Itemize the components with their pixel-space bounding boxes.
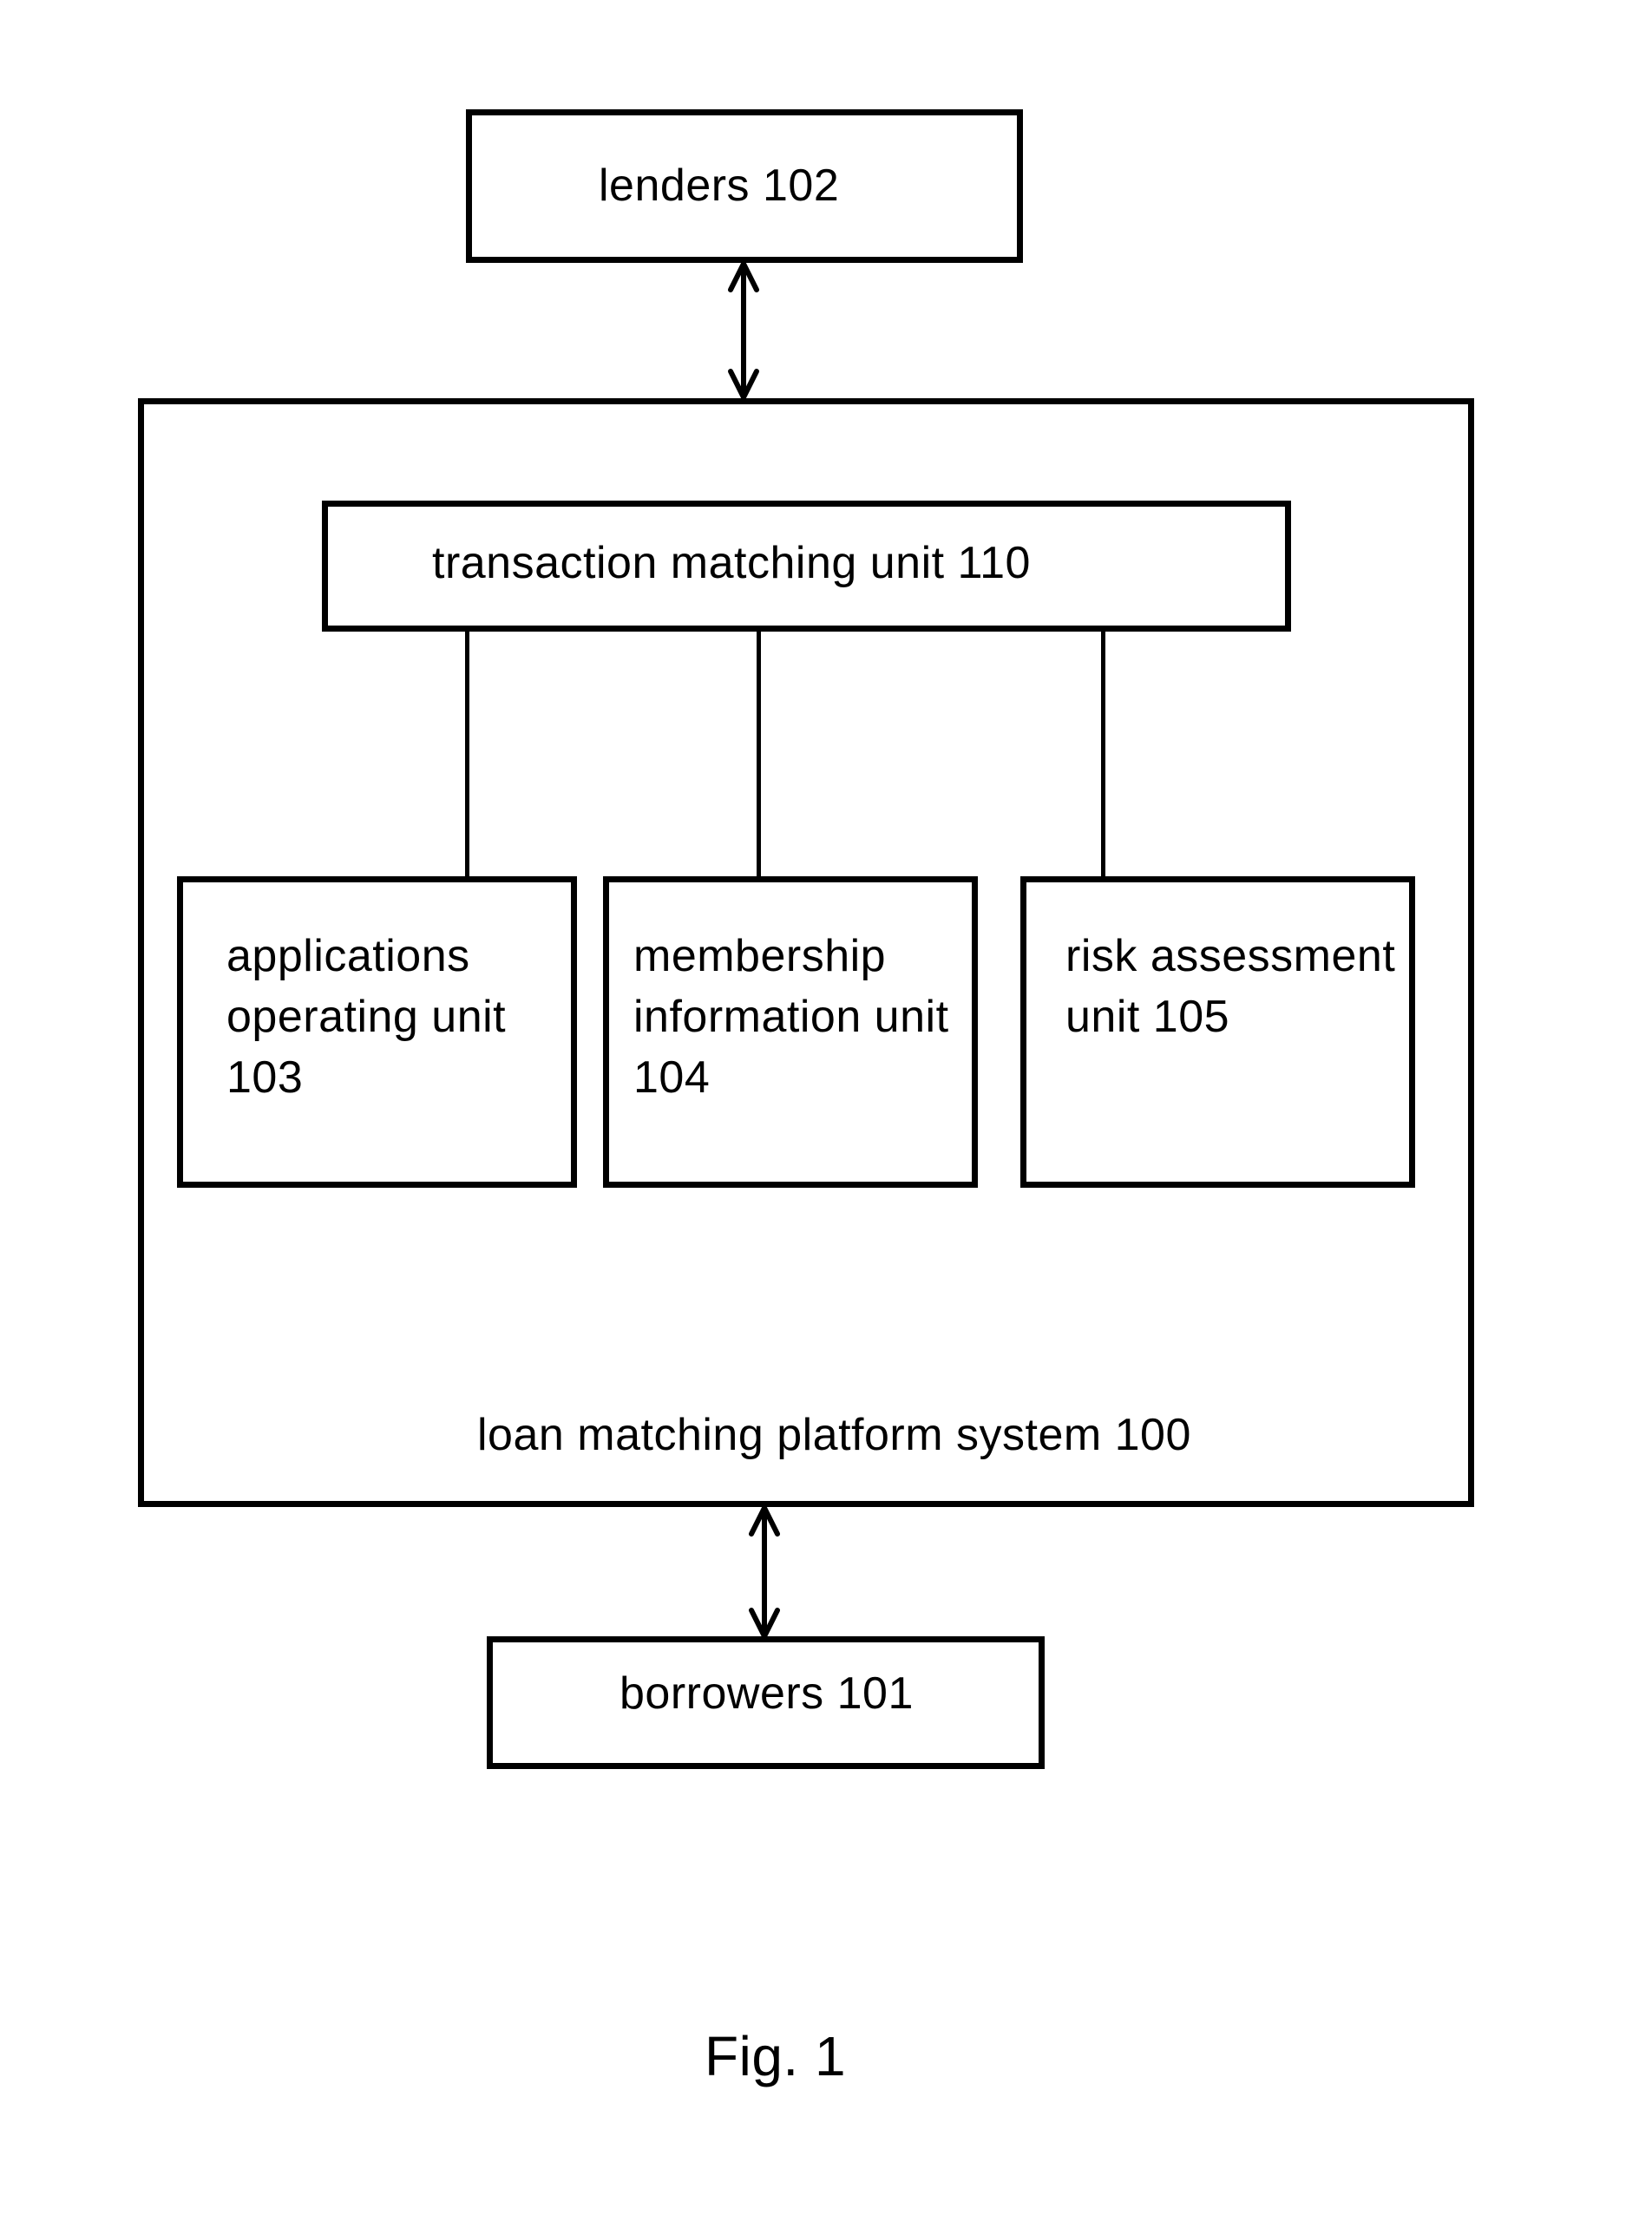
- connector-line-103: [465, 631, 469, 879]
- lenders-box: lenders 102: [466, 109, 1023, 263]
- lenders-platform-arrow: [728, 261, 759, 400]
- platform-label: loan matching platform system 100: [477, 1410, 1191, 1460]
- lenders-label: lenders 102: [599, 161, 840, 211]
- transaction-matching-unit-label: transaction matching unit 110: [432, 538, 1031, 588]
- membership-information-unit-box: membership information unit 104: [603, 876, 978, 1188]
- figure-caption: Fig. 1: [705, 2025, 847, 2087]
- borrowers-box: borrowers 101: [487, 1636, 1045, 1769]
- membership-information-unit-label: membership information unit 104: [633, 931, 949, 1103]
- borrowers-label: borrowers 101: [620, 1668, 914, 1719]
- applications-operating-unit-box: applications operating unit 103: [177, 876, 577, 1188]
- risk-assessment-unit-label: risk assessment unit 105: [1065, 931, 1396, 1042]
- connector-line-105: [1101, 631, 1105, 879]
- connector-line-104: [757, 631, 761, 879]
- applications-operating-unit-label: applications operating unit 103: [226, 931, 507, 1103]
- platform-borrowers-arrow: [749, 1505, 780, 1639]
- risk-assessment-unit-box: risk assessment unit 105: [1020, 876, 1415, 1188]
- transaction-matching-unit-box: transaction matching unit 110: [322, 501, 1291, 632]
